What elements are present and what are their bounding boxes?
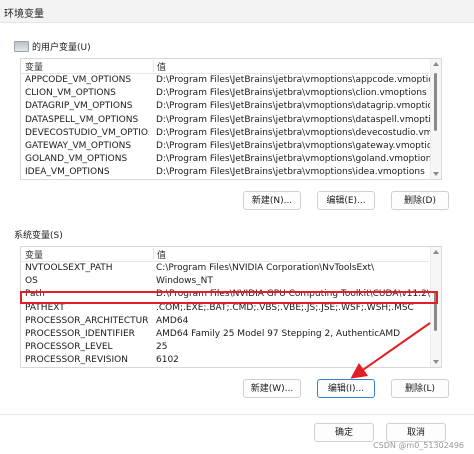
table-row[interactable]: NVTOOLSEXT_PATH C:\Program Files\NVIDIA C… xyxy=(21,262,431,275)
table-row[interactable]: GOLAND_VM_OPTIONS D:\Program Files\JetBra… xyxy=(21,153,431,166)
table-row[interactable]: PROCESSOR_ARCHITECTURE AMD64 xyxy=(21,315,431,328)
system-delete-button[interactable]: 删除(L) xyxy=(391,379,449,398)
user-icon xyxy=(14,41,29,52)
variable-name: OS xyxy=(25,276,38,287)
system-vars-list[interactable]: 变量 值 NVTOOLSEXT_PATH C:\Program Files\NVI… xyxy=(20,246,442,368)
table-row[interactable]: PROCESSOR_REVISION 6102 xyxy=(21,354,431,367)
user-vars-label-wrap: 的用户变量(U) xyxy=(14,40,91,53)
user-vars-label: 的用户变量(U) xyxy=(32,43,91,53)
user-vars-list[interactable]: 变量 值 APPCODE_VM_OPTIONS D:\Program Files\… xyxy=(20,58,442,180)
watermark: CSDN @m0_51302496 xyxy=(373,441,464,450)
system-vars-header: 变量 值 xyxy=(21,247,429,262)
ok-button[interactable]: 确定 xyxy=(314,423,374,442)
variable-name: PROCESSOR_LEVEL xyxy=(25,342,113,353)
table-row[interactable]: OS Windows_NT xyxy=(21,275,431,288)
title-bar: 环境变量 xyxy=(0,0,474,23)
footer-divider xyxy=(0,414,474,415)
variable-value: Windows_NT xyxy=(156,276,213,287)
variable-value: D:\Program Files\NVIDIA GPU Computing To… xyxy=(156,289,431,300)
variable-value: D:\Program Files\JetBrains\jetbra\vmopti… xyxy=(156,154,431,165)
table-row[interactable]: PROCESSOR_IDENTIFIER AMD64 Family 25 Mode… xyxy=(21,328,431,341)
variable-name: DEVECOSTUDIO_VM_OPTIO... xyxy=(25,127,149,138)
scroll-down-icon[interactable] xyxy=(433,172,439,176)
user-delete-button[interactable]: 删除(D) xyxy=(391,191,449,210)
table-row[interactable]: DATAGRIP_VM_OPTIONS D:\Program Files\JetB… xyxy=(21,100,431,113)
variable-value: D:\Program Files\JetBrains\jetbra\vmopti… xyxy=(156,88,427,99)
variable-value: D:\Program Files\JetBrains\jetbra\vmopti… xyxy=(156,114,431,125)
variable-value: D:\Program Files\JetBrains\jetbra\vmopti… xyxy=(156,167,425,178)
variable-name: APPCODE_VM_OPTIONS xyxy=(25,75,132,85)
system-vars-rows: NVTOOLSEXT_PATH C:\Program Files\NVIDIA C… xyxy=(21,262,431,367)
table-row[interactable]: GATEWAY_VM_OPTIONS D:\Program Files\JetBr… xyxy=(21,140,431,153)
system-edit-button[interactable]: 编辑(I)... xyxy=(317,379,375,398)
variable-value: 25 xyxy=(156,342,168,353)
column-header-value[interactable]: 值 xyxy=(153,248,166,261)
scroll-down-icon[interactable] xyxy=(433,360,439,364)
scroll-up-icon[interactable] xyxy=(433,62,439,66)
table-row[interactable]: PROCESSOR_LEVEL 25 xyxy=(21,341,431,354)
table-row[interactable]: IDEA_VM_OPTIONS D:\Program Files\JetBrain… xyxy=(21,166,431,179)
table-row[interactable]: Path D:\Program Files\NVIDIA GPU Computin… xyxy=(21,288,431,301)
system-new-button[interactable]: 新建(W)... xyxy=(243,379,301,398)
variable-value: AMD64 xyxy=(156,315,189,326)
variable-name: DATAGRIP_VM_OPTIONS xyxy=(25,101,133,112)
variable-name: PROCESSOR_REVISION xyxy=(25,355,128,366)
variable-name: GATEWAY_VM_OPTIONS xyxy=(25,140,132,151)
variable-name: NVTOOLSEXT_PATH xyxy=(25,263,113,273)
variable-name: IDEA_VM_OPTIONS xyxy=(25,167,110,178)
user-vars-scrollbar[interactable] xyxy=(430,59,441,179)
variable-value: C:\Program Files\NVIDIA Corporation\NvTo… xyxy=(156,263,375,273)
scroll-thumb[interactable] xyxy=(434,291,437,331)
variable-value: D:\Program Files\JetBrains\jetbra\vmopti… xyxy=(156,75,431,85)
table-row[interactable]: CLION_VM_OPTIONS D:\Program Files\JetBrai… xyxy=(21,87,431,100)
user-new-button[interactable]: 新建(N)... xyxy=(243,191,301,210)
table-row[interactable]: PATHEXT .COM;.EXE;.BAT;.CMD;.VBS;.VBE;.JS… xyxy=(21,302,431,315)
user-edit-button[interactable]: 编辑(E)... xyxy=(317,191,375,210)
variable-value: D:\Program Files\JetBrains\jetbra\vmopti… xyxy=(156,140,431,151)
table-row[interactable]: DEVECOSTUDIO_VM_OPTIO... D:\Program Files… xyxy=(21,127,431,140)
table-row[interactable]: DATASPELL_VM_OPTIONS D:\Program Files\Jet… xyxy=(21,114,431,127)
scroll-up-icon[interactable] xyxy=(433,250,439,254)
scroll-thumb[interactable] xyxy=(434,73,437,131)
user-vars-header: 变量 值 xyxy=(21,59,429,74)
system-vars-scrollbar[interactable] xyxy=(430,247,441,367)
variable-value: D:\Program Files\JetBrains\jetbra\vmopti… xyxy=(156,101,431,112)
variable-name: GOLAND_VM_OPTIONS xyxy=(25,154,128,165)
variable-name: DATASPELL_VM_OPTIONS xyxy=(25,114,139,125)
variable-name: CLION_VM_OPTIONS xyxy=(25,88,116,99)
window-title: 环境变量 xyxy=(4,9,44,20)
variable-name: PATHEXT xyxy=(25,302,65,313)
variable-value: D:\Program Files\JetBrains\jetbra\vmopti… xyxy=(156,127,431,138)
column-header-name[interactable]: 变量 xyxy=(25,248,43,261)
table-row[interactable]: APPCODE_VM_OPTIONS D:\Program Files\JetBr… xyxy=(21,74,431,87)
variable-value: .COM;.EXE;.BAT;.CMD;.VBS;.VBE;.JS;.JSE;.… xyxy=(156,302,414,313)
column-header-value[interactable]: 值 xyxy=(153,60,166,73)
variable-name: Path xyxy=(25,289,45,300)
user-vars-rows: APPCODE_VM_OPTIONS D:\Program Files\JetBr… xyxy=(21,74,431,179)
system-vars-label: 系统变量(S) xyxy=(14,231,63,241)
variable-value: 6102 xyxy=(156,355,179,366)
variable-value: AMD64 Family 25 Model 97 Stepping 2, Aut… xyxy=(156,328,401,339)
variable-name: PROCESSOR_ARCHITECTURE xyxy=(25,315,149,326)
variable-name: PROCESSOR_IDENTIFIER xyxy=(25,328,135,339)
column-header-name[interactable]: 变量 xyxy=(25,60,43,73)
cancel-button[interactable]: 取消 xyxy=(386,423,446,442)
